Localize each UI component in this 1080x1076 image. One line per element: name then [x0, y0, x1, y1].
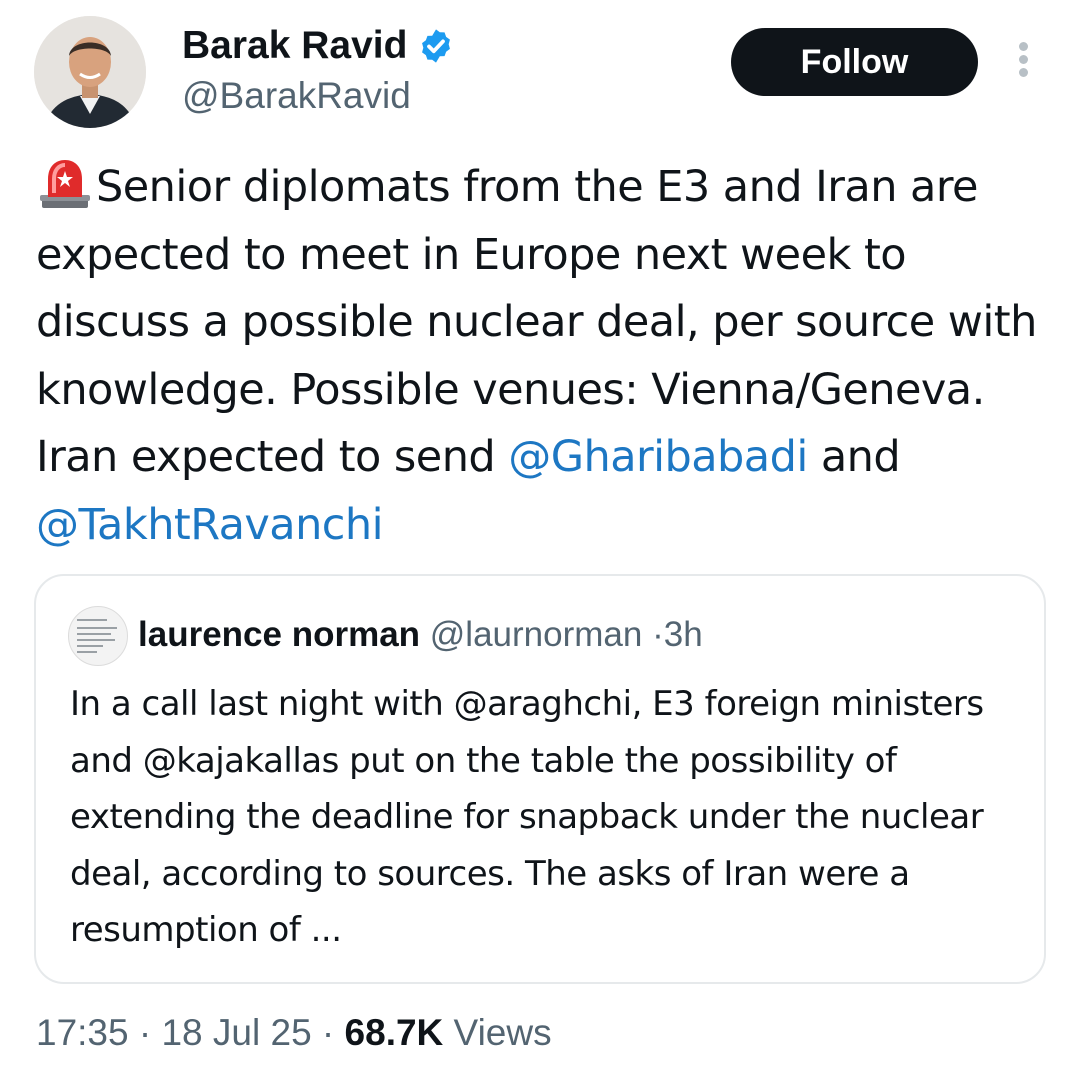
quoted-tweet-card[interactable]: laurence norman @laurnorman ·3h In a cal…: [34, 574, 1046, 984]
quoted-author-avatar[interactable]: [68, 606, 128, 666]
quoted-header: laurence norman @laurnorman ·3h: [138, 614, 703, 656]
quoted-separator: ·: [652, 615, 664, 654]
quoted-tweet-text: In a call last night with @araghchi, E3 …: [70, 684, 984, 950]
quoted-author-handle[interactable]: @laurnorman: [430, 615, 643, 654]
footer-separator-2: ·: [311, 1012, 345, 1053]
tweet-date[interactable]: 18 Jul 25: [161, 1012, 311, 1053]
views-label: Views: [443, 1012, 552, 1053]
siren-emoji-icon: [36, 157, 94, 209]
author-handle[interactable]: @BarakRavid: [182, 74, 411, 118]
tweet-text-part-2: and: [807, 432, 901, 482]
quoted-author-name[interactable]: laurence norman: [138, 615, 420, 654]
quoted-timestamp[interactable]: 3h: [664, 615, 703, 654]
footer-separator-1: ·: [128, 1012, 162, 1053]
author-avatar[interactable]: [34, 16, 146, 128]
mention-link-takhtravanchi[interactable]: @TakhtRavanchi: [36, 500, 384, 550]
mention-link-gharibabadi[interactable]: @Gharibabadi: [508, 432, 808, 482]
author-name-row[interactable]: Barak Ravid: [182, 24, 455, 68]
tweet-text: Senior diplomats from the E3 and Iran ar…: [36, 154, 1046, 559]
tweet-time[interactable]: 17:35: [36, 1012, 129, 1053]
tweet-footer: 17:35 · 18 Jul 25 · 68.7K Views: [36, 1010, 552, 1056]
verified-badge-icon[interactable]: [417, 27, 455, 65]
views-count: 68.7K: [344, 1012, 444, 1053]
author-name[interactable]: Barak Ravid: [182, 24, 407, 68]
more-options-icon[interactable]: [1012, 42, 1034, 82]
follow-button[interactable]: Follow: [731, 28, 978, 96]
